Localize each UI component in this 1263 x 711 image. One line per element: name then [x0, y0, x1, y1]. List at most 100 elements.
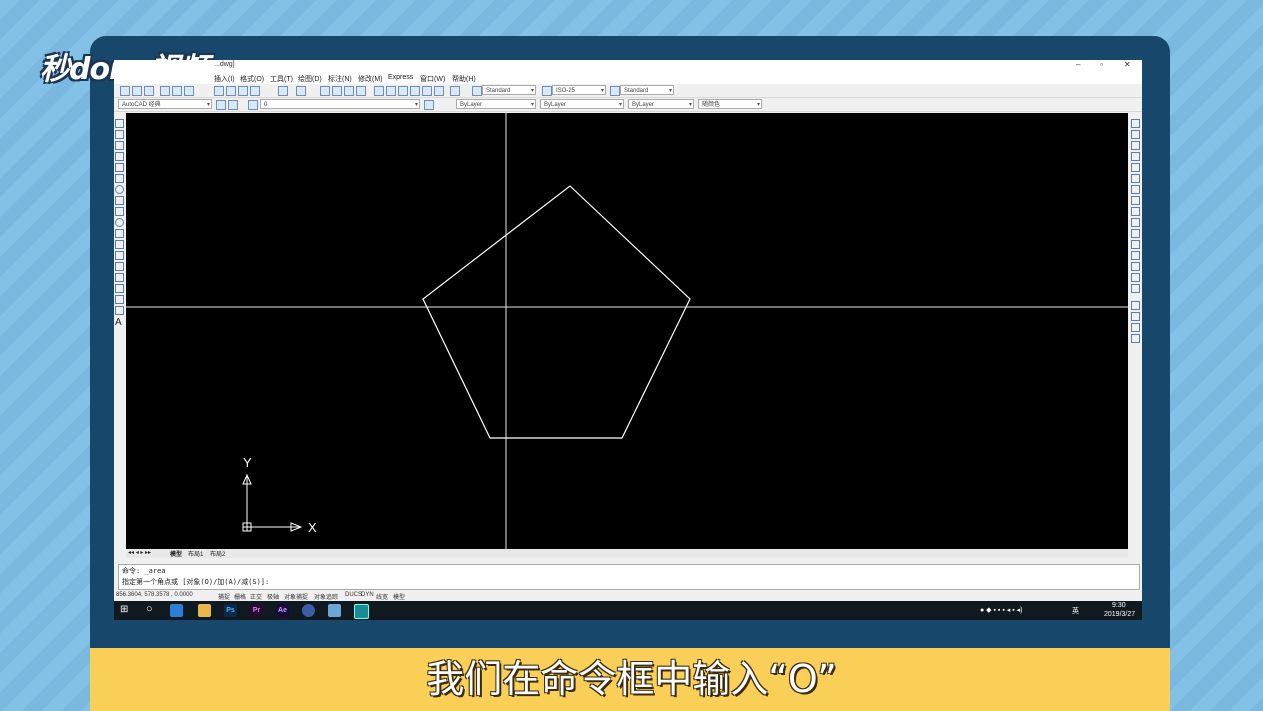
- menu-insert[interactable]: 插入(I): [214, 74, 235, 84]
- gradient-icon[interactable]: [115, 284, 124, 293]
- mtext-icon[interactable]: A: [115, 317, 122, 328]
- layer-previous-icon[interactable]: [424, 100, 434, 110]
- sheet-set-icon[interactable]: [410, 86, 420, 96]
- offset-icon[interactable]: [1131, 152, 1140, 161]
- app3-icon[interactable]: [380, 604, 393, 617]
- fillet-icon[interactable]: [1131, 273, 1140, 282]
- minimize-button[interactable]: –: [1076, 60, 1080, 69]
- chamfer-icon[interactable]: [1131, 262, 1140, 271]
- menu-format[interactable]: 格式(O): [240, 74, 264, 84]
- point-icon[interactable]: [115, 262, 124, 271]
- workspace-save-icon[interactable]: [228, 100, 238, 110]
- cut-icon[interactable]: [214, 86, 224, 96]
- tab-layout1[interactable]: 布局1: [188, 549, 203, 558]
- workspace-settings-icon[interactable]: [216, 100, 226, 110]
- rectangle-icon[interactable]: [115, 163, 124, 172]
- break-icon[interactable]: [1131, 240, 1140, 249]
- rotate-icon[interactable]: [1131, 185, 1140, 194]
- polyline-icon[interactable]: [115, 141, 124, 150]
- drawing-canvas[interactable]: Y X: [126, 113, 1128, 549]
- color-select[interactable]: ByLayer: [456, 99, 536, 110]
- menu-help[interactable]: 帮助(H): [452, 74, 476, 84]
- new-icon[interactable]: [120, 86, 130, 96]
- ortho-toggle[interactable]: 正交: [250, 592, 262, 601]
- circle-icon[interactable]: [115, 185, 124, 194]
- menu-draw[interactable]: 绘图(D): [298, 74, 322, 84]
- osnap-toggle[interactable]: 对象捕捉: [284, 592, 308, 601]
- trim-icon[interactable]: [1131, 218, 1140, 227]
- line-icon[interactable]: [115, 119, 124, 128]
- after-effects-icon[interactable]: Ae: [276, 604, 289, 617]
- dim-style-select[interactable]: ISO-25: [552, 85, 606, 96]
- app2-icon[interactable]: [328, 604, 341, 617]
- draworder-under-icon[interactable]: [1131, 334, 1140, 343]
- clock-date[interactable]: 2019/3/27: [1104, 611, 1135, 618]
- snap-toggle[interactable]: 捕捉: [218, 592, 230, 601]
- explode-icon[interactable]: [1131, 284, 1140, 293]
- photoshop-icon[interactable]: Ps: [224, 604, 237, 617]
- grid-toggle[interactable]: 栅格: [234, 592, 246, 601]
- calc-icon[interactable]: [434, 86, 444, 96]
- browser-icon[interactable]: [170, 604, 183, 617]
- layer-select[interactable]: 0: [260, 99, 420, 110]
- draworder-front-icon[interactable]: [1131, 301, 1140, 310]
- revcloud-icon[interactable]: [115, 196, 124, 205]
- windows-start-icon[interactable]: ⊞: [120, 604, 128, 615]
- pan-icon[interactable]: [320, 86, 330, 96]
- tab-nav-arrows[interactable]: ◂◂ ◂ ▸ ▸▸: [128, 549, 151, 556]
- erase-icon[interactable]: [1131, 119, 1140, 128]
- region-icon[interactable]: [115, 295, 124, 304]
- zoom-previous-icon[interactable]: [356, 86, 366, 96]
- search-icon[interactable]: ○: [146, 603, 153, 615]
- lineweight-toggle[interactable]: 线宽: [376, 592, 388, 601]
- draworder-back-icon[interactable]: [1131, 312, 1140, 321]
- properties-icon[interactable]: [374, 86, 384, 96]
- menu-express[interactable]: Express: [388, 74, 413, 81]
- table-icon[interactable]: [115, 306, 124, 315]
- zoom-window-icon[interactable]: [344, 86, 354, 96]
- ellipse-arc-icon[interactable]: [115, 229, 124, 238]
- stretch-icon[interactable]: [1131, 207, 1140, 216]
- command-window[interactable]: 命令: _area 指定第一个角点或 [对象(O)/加(A)/减(S)]:: [118, 564, 1140, 590]
- hatch-icon[interactable]: [115, 273, 124, 282]
- publish-icon[interactable]: [184, 86, 194, 96]
- folder-icon[interactable]: [198, 604, 211, 617]
- ime-indicator[interactable]: 英: [1072, 606, 1079, 616]
- open-icon[interactable]: [132, 86, 142, 96]
- spline-icon[interactable]: [115, 207, 124, 216]
- dyn-toggle[interactable]: DYN: [361, 592, 374, 598]
- zoom-realtime-icon[interactable]: [332, 86, 342, 96]
- clock-time[interactable]: 9:30: [1112, 602, 1126, 609]
- otrack-toggle[interactable]: 对象追踪: [314, 592, 338, 601]
- arc-icon[interactable]: [115, 174, 124, 183]
- undo-icon[interactable]: [278, 86, 288, 96]
- mirror-icon[interactable]: [1131, 141, 1140, 150]
- insert-block-icon[interactable]: [115, 240, 124, 249]
- menu-modify[interactable]: 修改(M): [358, 74, 383, 84]
- markup-icon[interactable]: [422, 86, 432, 96]
- maximize-button[interactable]: ▫: [1100, 60, 1103, 69]
- help-icon[interactable]: [450, 86, 460, 96]
- plotstyle-select[interactable]: 随颜色: [698, 99, 762, 110]
- linetype-select[interactable]: ByLayer: [540, 99, 624, 110]
- premiere-icon[interactable]: Pr: [250, 604, 263, 617]
- extend-icon[interactable]: [1131, 229, 1140, 238]
- draworder-above-icon[interactable]: [1131, 323, 1140, 332]
- array-icon[interactable]: [1131, 163, 1140, 172]
- construction-line-icon[interactable]: [115, 130, 124, 139]
- make-block-icon[interactable]: [115, 251, 124, 260]
- polygon-icon[interactable]: [115, 152, 124, 161]
- match-prop-icon[interactable]: [250, 86, 260, 96]
- copy-icon[interactable]: [226, 86, 236, 96]
- model-toggle[interactable]: 模型: [393, 592, 405, 601]
- app-icon[interactable]: [302, 604, 315, 617]
- save-icon[interactable]: [144, 86, 154, 96]
- tool-palettes-icon[interactable]: [398, 86, 408, 96]
- tray-icons[interactable]: ● ◆ ▪ ▪ ▪ ◂ ▪ ◂): [980, 606, 1023, 614]
- ducs-toggle[interactable]: DUCS: [345, 592, 362, 598]
- ellipse-icon[interactable]: [115, 218, 124, 227]
- close-button[interactable]: ✕: [1124, 60, 1131, 69]
- pentagon-shape[interactable]: [422, 185, 691, 439]
- design-center-icon[interactable]: [386, 86, 396, 96]
- join-icon[interactable]: [1131, 251, 1140, 260]
